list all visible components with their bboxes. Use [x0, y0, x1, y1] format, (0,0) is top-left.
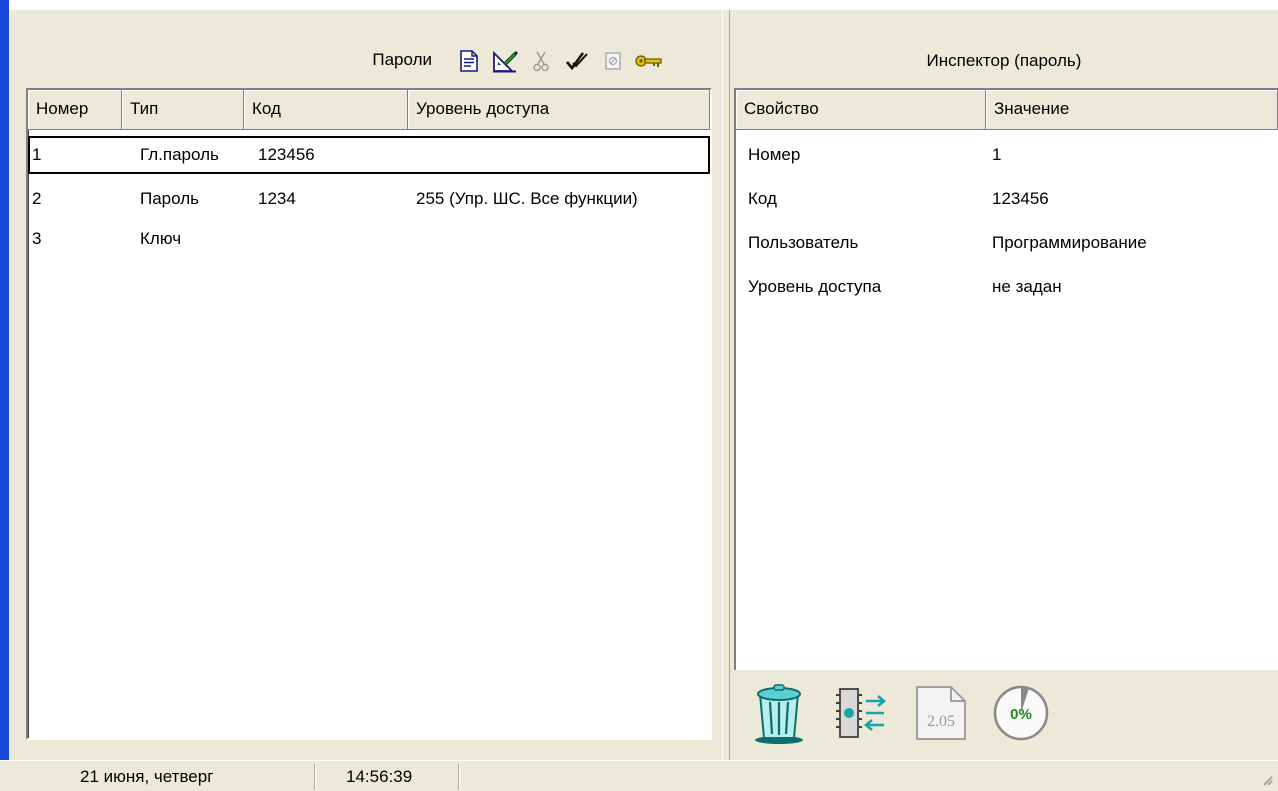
passwords-toolbar	[451, 45, 667, 77]
property-name: Уровень доступа	[748, 277, 882, 296]
inspector-table[interactable]: Свойство Значение Номер 1 Код 123456 Пол…	[734, 88, 1278, 670]
progress-label: 0%	[1010, 706, 1032, 723]
cell-code: 123456	[258, 145, 315, 164]
version-file-icon: 2.05	[916, 686, 966, 740]
cell-number: 1	[32, 145, 42, 164]
property-value[interactable]: Программирование	[992, 226, 1147, 260]
status-divider	[458, 764, 460, 790]
property-value[interactable]: 1	[992, 138, 1001, 172]
property-name: Пользователь	[748, 233, 859, 252]
edit-properties-icon	[493, 50, 518, 73]
status-divider	[314, 764, 316, 790]
check-button[interactable]	[559, 45, 595, 77]
column-header-number[interactable]: Номер	[28, 90, 122, 130]
accent-bar	[0, 0, 9, 760]
edit-properties-button[interactable]	[487, 45, 523, 77]
column-header-property[interactable]: Свойство	[736, 90, 986, 130]
check-icon	[566, 52, 588, 71]
trash-icon	[755, 684, 803, 744]
cell-code: 1234	[258, 189, 296, 208]
property-row[interactable]: Уровень доступа не задан	[736, 270, 1278, 304]
cell-type: Гл.пароль	[140, 145, 219, 164]
progress-dial-button[interactable]: 0%	[986, 678, 1056, 748]
cell-access: 255 (Упр. ШС. Все функции)	[416, 189, 638, 208]
window-top-edge	[0, 0, 1278, 10]
property-value[interactable]: 123456	[992, 182, 1049, 216]
version-label: 2.05	[927, 713, 955, 730]
cell-number: 2	[32, 189, 42, 208]
version-file-button[interactable]: 2.05	[906, 678, 976, 748]
cut-button[interactable]	[523, 45, 559, 77]
key-icon	[635, 55, 662, 67]
inspector-tools: 2.05 0%	[746, 678, 1056, 748]
cell-type: Ключ	[140, 229, 182, 248]
table-row[interactable]: 1 Гл.пароль 123456	[28, 136, 710, 174]
status-date: 21 июня, четверг	[80, 767, 214, 786]
new-document-icon	[460, 50, 478, 72]
progress-dial-icon: 0%	[993, 685, 1049, 741]
cut-icon	[533, 51, 549, 72]
disabled-icon	[605, 52, 621, 70]
column-header-value[interactable]: Значение	[986, 90, 1278, 130]
column-header-type[interactable]: Тип	[122, 90, 244, 130]
passwords-header: Пароли	[18, 34, 722, 88]
table-row[interactable]: 3 Ключ	[28, 222, 710, 260]
passwords-title: Пароли	[372, 50, 432, 69]
status-bar: 21 июня, четверг 14:56:39	[0, 760, 1278, 791]
cell-type: Пароль	[140, 189, 199, 208]
panel-splitter[interactable]	[722, 10, 730, 760]
property-value[interactable]: не задан	[992, 270, 1062, 304]
property-row[interactable]: Код 123456	[736, 182, 1278, 216]
new-document-button[interactable]	[451, 45, 487, 77]
column-header-code[interactable]: Код	[244, 90, 408, 130]
status-time: 14:56:39	[346, 767, 413, 786]
property-name: Номер	[748, 145, 801, 164]
cell-number: 3	[32, 229, 42, 248]
chip-transfer-icon	[836, 688, 887, 738]
passwords-table[interactable]: Номер Тип Код Уровень доступа 1 Гл.парол…	[26, 88, 712, 740]
property-name: Код	[748, 189, 777, 208]
column-header-access-level[interactable]: Уровень доступа	[408, 90, 710, 130]
resize-grip-icon[interactable]	[1260, 773, 1274, 787]
table-row[interactable]: 2 Пароль 1234 255 (Упр. ШС. Все функции)	[28, 182, 710, 220]
key-button[interactable]	[631, 45, 667, 77]
chip-transfer-button[interactable]	[826, 678, 896, 748]
property-row[interactable]: Пользователь Программирование	[736, 226, 1278, 260]
trash-button[interactable]	[746, 678, 816, 748]
disabled-button[interactable]	[595, 45, 631, 77]
property-row[interactable]: Номер 1	[736, 138, 1278, 172]
inspector-title: Инспектор (пароль)	[926, 51, 1082, 70]
